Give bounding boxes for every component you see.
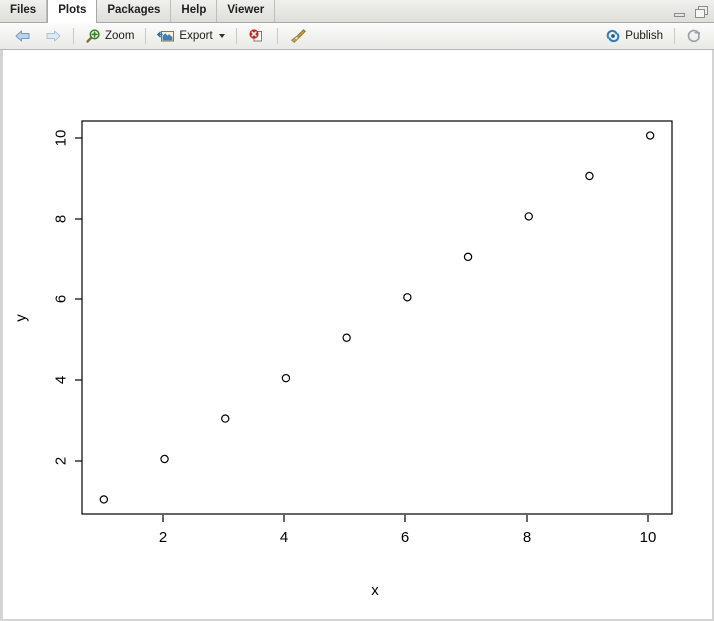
x-tick-label: 4	[280, 529, 288, 546]
y-tick-label: 6	[53, 295, 70, 303]
tab-help[interactable]: Help	[171, 0, 218, 22]
x-tick-label: 10	[640, 529, 657, 546]
remove-plot-button[interactable]	[242, 25, 272, 47]
data-point	[160, 454, 169, 464]
data-point	[585, 171, 594, 181]
r-scatter-plot: 2 4 6 8 10 x 2 4 6 8 10 y	[13, 120, 673, 599]
y-tick-label: 10	[53, 130, 70, 147]
data-point	[281, 373, 291, 383]
minimize-icon[interactable]	[672, 4, 688, 20]
previous-plot-button[interactable]	[8, 25, 38, 47]
x-axis: 2 4 6 8 10 x	[159, 515, 657, 599]
tab-label: Viewer	[227, 4, 265, 17]
export-image-icon	[157, 31, 175, 42]
toolbar-separator	[276, 28, 278, 44]
toolbar-separator	[235, 28, 237, 44]
export-label: Export	[179, 30, 213, 42]
y-axis-label: y	[13, 314, 30, 322]
refresh-button[interactable]	[680, 25, 708, 47]
tab-label: Help	[181, 4, 207, 17]
data-point	[463, 252, 473, 262]
x-tick-label: 2	[159, 529, 167, 546]
toolbar-separator	[145, 28, 147, 44]
toolbar-separator	[674, 28, 675, 44]
chevron-down-icon	[218, 34, 225, 38]
tab-viewer[interactable]: Viewer	[217, 0, 276, 22]
plots-toolbar: Zoom Export Publish	[0, 23, 714, 50]
y-axis-ticks	[75, 137, 82, 462]
publish-button[interactable]: Publish	[599, 25, 669, 47]
toolbar-separator	[73, 28, 74, 44]
tab-packages[interactable]: Packages	[97, 0, 172, 22]
pane-tabbar: Files Plots Packages Help Viewer	[0, 0, 714, 23]
data-point	[221, 414, 230, 423]
window-controls	[672, 0, 710, 23]
back-arrow-icon	[15, 30, 30, 42]
data-point	[342, 333, 351, 342]
publish-icon	[606, 29, 620, 43]
x-tick-label: 6	[401, 529, 409, 546]
data-point	[99, 495, 109, 504]
x-axis-ticks	[162, 515, 649, 522]
plot-canvas-area[interactable]: 2 4 6 8 10 x 2 4 6 8 10 y	[0, 50, 714, 621]
magnifier-plus-icon	[86, 29, 100, 43]
x-axis-label: x	[371, 582, 379, 599]
y-axis: 2 4 6 8 10 y	[13, 130, 82, 465]
data-point	[403, 293, 412, 302]
zoom-label: Zoom	[105, 30, 135, 42]
export-button[interactable]: Export	[151, 25, 230, 47]
publish-label: Publish	[625, 30, 663, 42]
y-tick-label: 4	[53, 376, 70, 384]
data-point	[645, 131, 655, 140]
next-plot-button[interactable]	[38, 25, 68, 47]
plots-pane: Files Plots Packages Help Viewer Zoom Ex…	[0, 0, 714, 621]
maximize-icon[interactable]	[694, 4, 710, 20]
zoom-button[interactable]: Zoom	[79, 25, 140, 47]
broom-clear-all-icon	[290, 29, 306, 44]
data-points-layer	[99, 131, 655, 504]
x-tick-label: 8	[523, 529, 531, 546]
y-tick-label: 2	[53, 457, 70, 465]
remove-plot-icon	[249, 29, 262, 42]
toolbar-right-group: Publish	[599, 25, 708, 47]
tab-files[interactable]: Files	[0, 0, 48, 22]
toolbar-left-group: Zoom Export	[0, 25, 313, 47]
tab-label: Files	[10, 4, 37, 17]
clear-all-plots-button[interactable]	[283, 25, 313, 47]
data-point	[524, 212, 533, 221]
tab-plots[interactable]: Plots	[47, 0, 98, 23]
refresh-icon	[687, 29, 701, 43]
y-tick-label: 8	[53, 215, 70, 223]
plot-frame	[81, 120, 673, 515]
tab-label: Plots	[58, 4, 87, 17]
tab-label: Packages	[107, 4, 161, 17]
forward-arrow-icon	[46, 30, 61, 42]
